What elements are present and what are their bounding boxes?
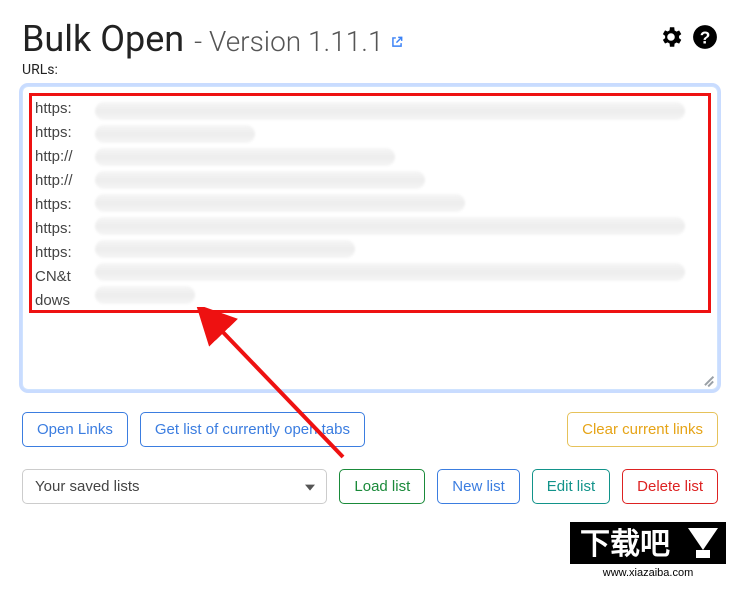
urls-label: URLs:	[22, 62, 718, 78]
new-list-button[interactable]: New list	[437, 469, 520, 504]
action-row-2: Your saved lists Load list New list Edit…	[22, 469, 718, 504]
svg-text:?: ?	[700, 28, 711, 48]
saved-lists-select[interactable]: Your saved lists	[22, 469, 327, 504]
watermark-logo: 下载吧 www.xiazaiba.com	[568, 520, 728, 580]
external-link-icon[interactable]	[390, 35, 404, 53]
header: Bulk Open - Version 1.11.1 ?	[22, 18, 718, 60]
url-textarea[interactable]	[27, 91, 713, 381]
app-title: Bulk Open	[22, 18, 184, 60]
clear-links-button[interactable]: Clear current links	[567, 412, 718, 447]
action-row-1: Open Links Get list of currently open ta…	[22, 412, 718, 447]
delete-list-button[interactable]: Delete list	[622, 469, 718, 504]
url-textarea-container	[22, 86, 718, 390]
open-links-button[interactable]: Open Links	[22, 412, 128, 447]
load-list-button[interactable]: Load list	[339, 469, 425, 504]
get-open-tabs-button[interactable]: Get list of currently open tabs	[140, 412, 365, 447]
help-icon[interactable]: ?	[692, 24, 718, 54]
gear-icon[interactable]	[658, 24, 684, 54]
edit-list-button[interactable]: Edit list	[532, 469, 610, 504]
app-version: - Version 1.11.1	[194, 25, 404, 58]
svg-text:下载吧: 下载吧	[580, 528, 670, 561]
svg-text:www.xiazaiba.com: www.xiazaiba.com	[602, 567, 693, 579]
saved-lists-select-wrap[interactable]: Your saved lists	[22, 469, 327, 504]
title-block: Bulk Open - Version 1.11.1	[22, 18, 404, 60]
header-icons: ?	[658, 24, 718, 54]
